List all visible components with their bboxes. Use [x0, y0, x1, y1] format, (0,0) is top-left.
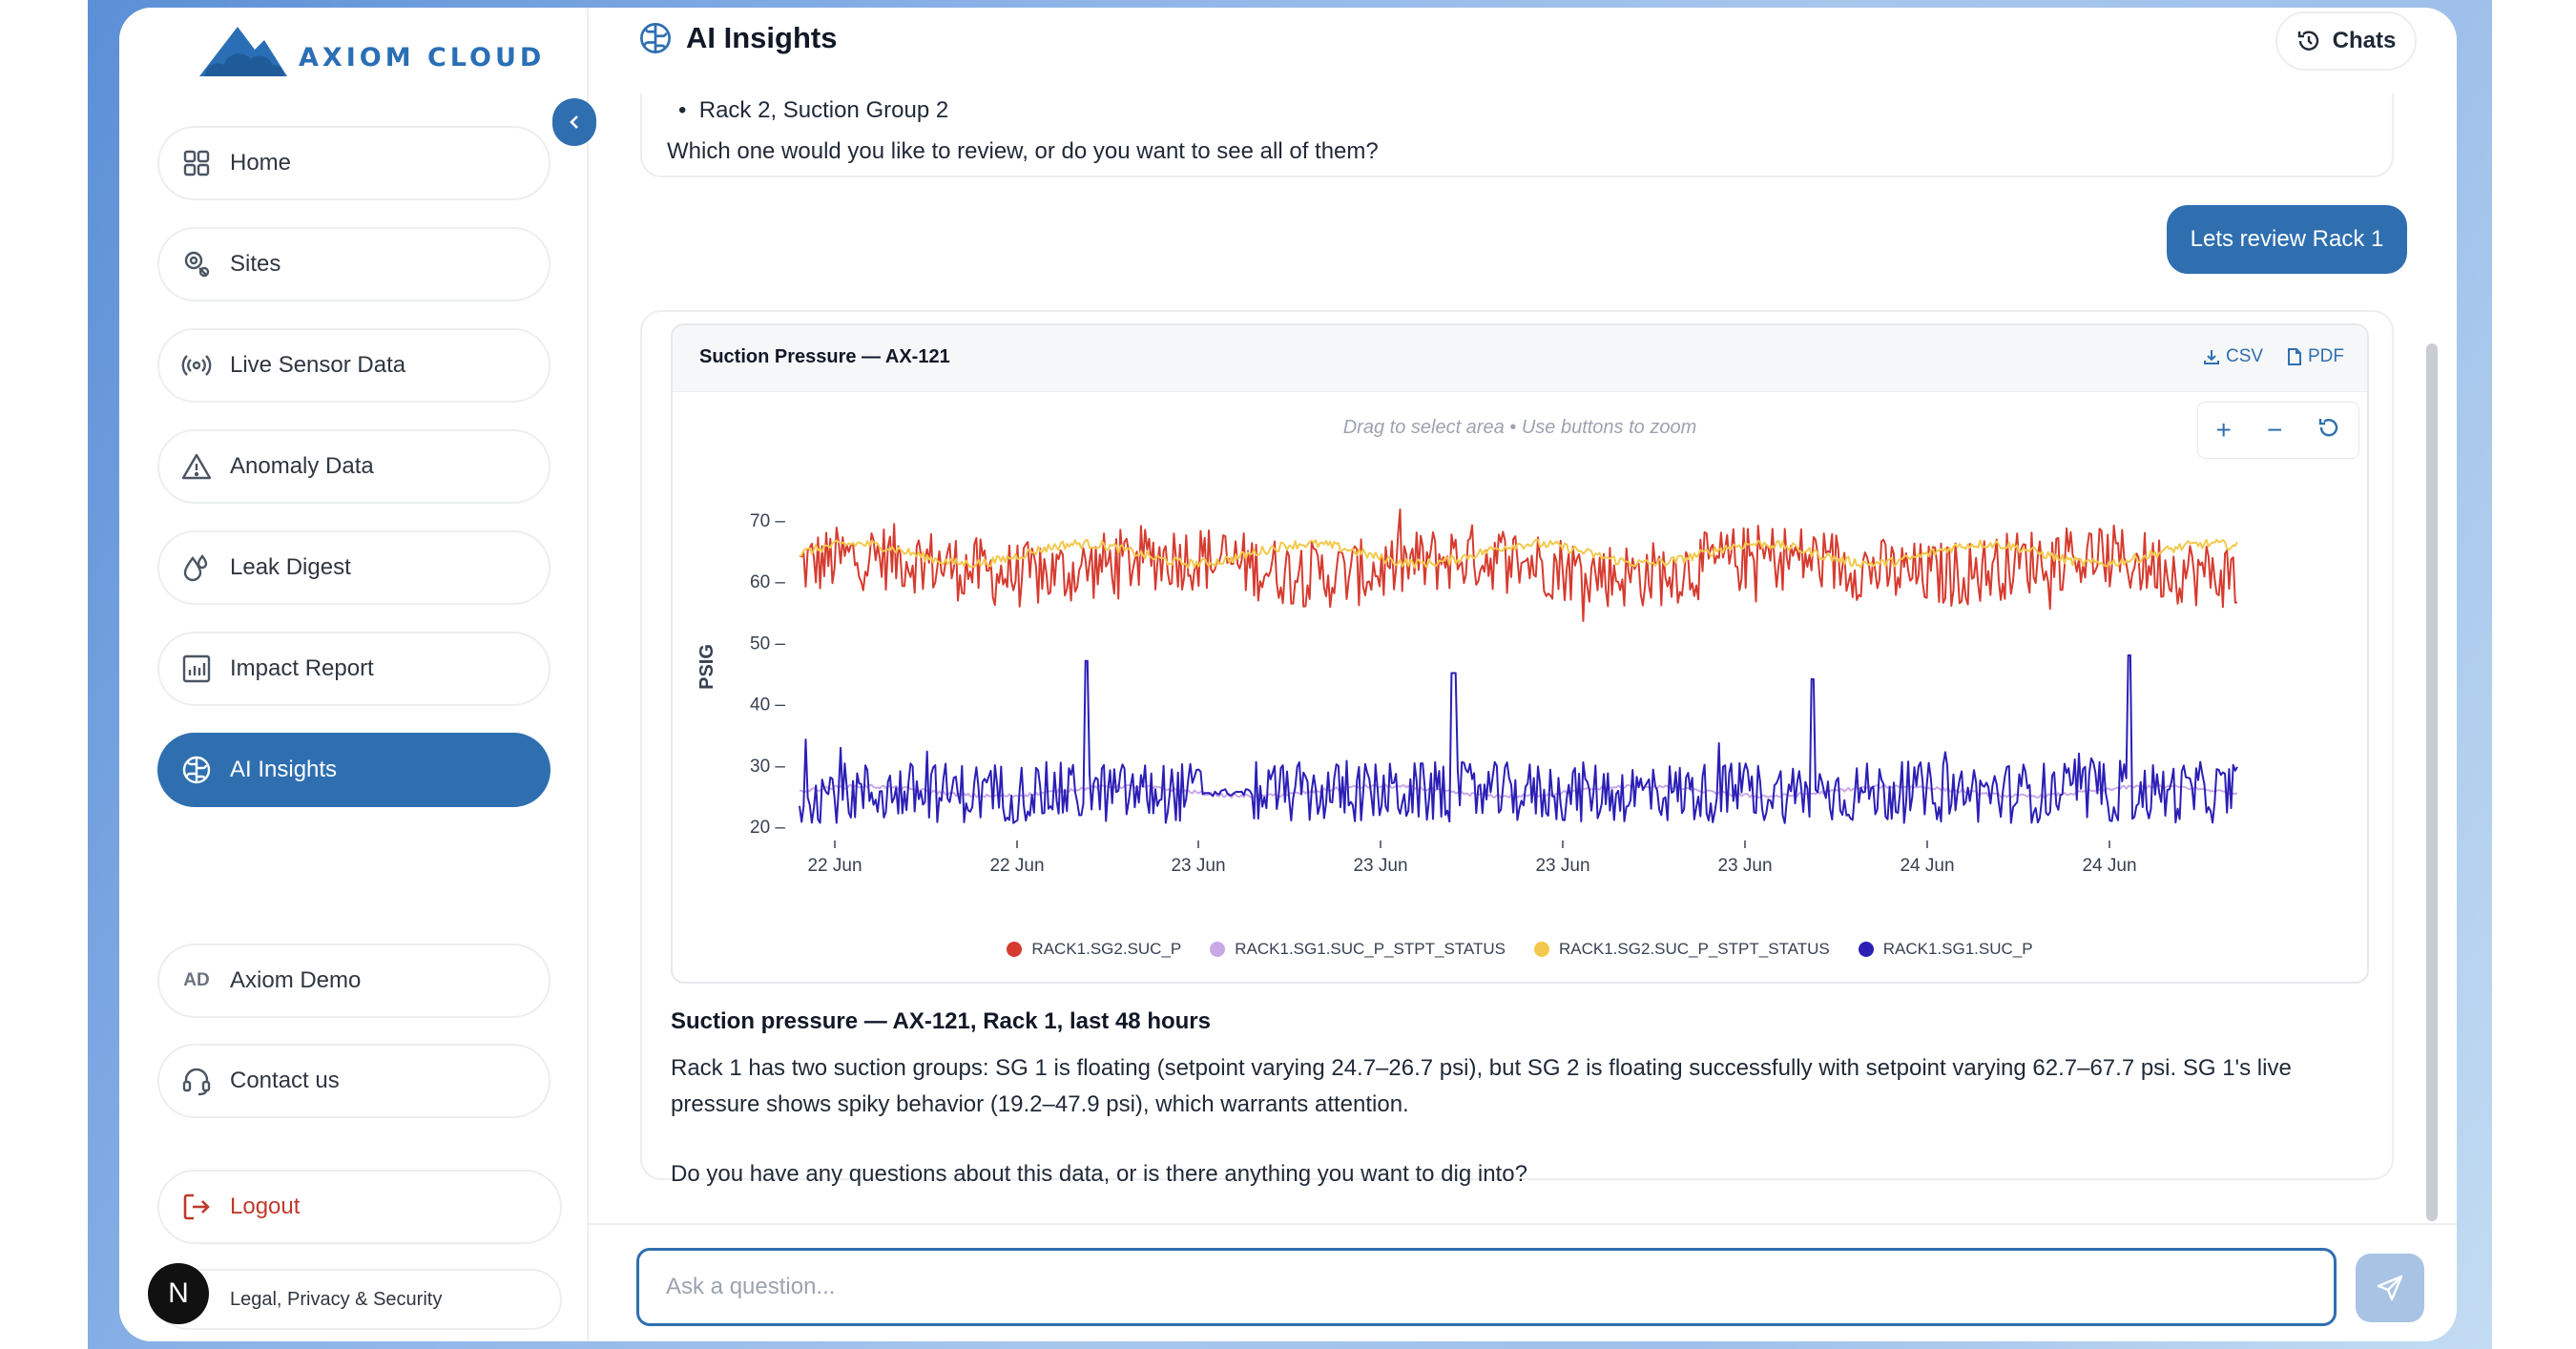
- legal-label: Legal, Privacy & Security: [230, 1288, 443, 1310]
- legal-privacy-link[interactable]: Legal, Privacy & Security: [157, 1269, 562, 1330]
- sidebar-item-leak-digest[interactable]: Leak Digest: [157, 530, 551, 605]
- sidebar-item-live-sensor-data[interactable]: Live Sensor Data: [157, 328, 551, 403]
- chats-label: Chats: [2332, 28, 2397, 53]
- sidebar-item-label: Live Sensor Data: [230, 352, 406, 378]
- sidebar-item-home[interactable]: Home: [157, 126, 551, 200]
- sidebar-item-contact-us[interactable]: Contact us: [157, 1044, 551, 1118]
- logout-label: Logout: [230, 1193, 301, 1219]
- legend-item[interactable]: RACK1.SG1.SUC_P: [1858, 940, 2033, 959]
- x-axis: 22 Jun 22 Jun 23 Jun 23 Jun 23 Jun 23 Jun 24 J…: [807, 841, 2137, 876]
- list-item: • Rack 2, Suction Group 2: [678, 97, 949, 123]
- contact-label: Contact us: [230, 1068, 340, 1093]
- headset-icon: [180, 1065, 213, 1097]
- send-button[interactable]: [2356, 1254, 2424, 1322]
- sidebar-item-account[interactable]: AD Axiom Demo: [157, 944, 551, 1018]
- summary-text: Rack 1 has two suction groups: SG 1 is f…: [671, 1055, 2292, 1117]
- chats-button[interactable]: Chats: [2275, 11, 2417, 71]
- chart-legend: RACK1.SG2.SUC_P RACK1.SG1.SUC_P_STPT_STAT…: [673, 940, 2367, 959]
- legend-item[interactable]: RACK1.SG2.SUC_P_STPT_STATUS: [1534, 940, 1830, 959]
- x-tick-label: 22 Jun: [989, 856, 1044, 876]
- message-text: Which one would you like to review, or d…: [667, 138, 1379, 164]
- mountain-cloud-icon: [199, 27, 287, 76]
- ask-input[interactable]: [636, 1248, 2337, 1326]
- chevron-left-icon: [570, 115, 578, 129]
- warning-icon: [180, 450, 213, 483]
- broadcast-icon: [180, 349, 213, 382]
- series-layer: [799, 508, 2238, 824]
- brand-name: AXIOM CLOUD: [299, 42, 546, 73]
- x-tick-label: 23 Jun: [1171, 856, 1225, 876]
- list-item-text: Rack 2, Suction Group 2: [698, 97, 949, 123]
- legend-label: RACK1.SG2.SUC_P: [1031, 940, 1182, 958]
- sidebar-item-label: Anomaly Data: [230, 453, 374, 479]
- logout-icon: [180, 1191, 213, 1223]
- app-window: AXIOM CLOUD Home Sites Live Sensor Data …: [119, 8, 2457, 1341]
- input-bar: [589, 1223, 2457, 1341]
- history-icon: [2297, 31, 2318, 51]
- scrollbar-thumb[interactable]: [2426, 343, 2438, 1221]
- legend-label: RACK1.SG1.SUC_P: [1882, 940, 2033, 958]
- legend-swatch: [1858, 942, 1874, 957]
- x-tick-label: 24 Jun: [2082, 856, 2136, 876]
- grid-icon: [180, 147, 213, 179]
- summary-title: Suction pressure — AX-121, Rack 1, last …: [671, 1008, 1211, 1034]
- y-tick-label: 20 –: [750, 818, 785, 838]
- series-line-rack1-sg1-suc-p: [799, 654, 2238, 824]
- sidebar-item-impact-report[interactable]: Impact Report: [157, 632, 551, 706]
- main-panel: AI Insights Chats • Rack 2, Suction Grou…: [589, 8, 2457, 1341]
- assistant-message: • Rack 2, Suction Group 2 Which one woul…: [640, 93, 2394, 177]
- chart-card: Suction Pressure — AX-121 CSV PDF Drag t…: [671, 323, 2369, 984]
- sidebar-item-sites[interactable]: Sites: [157, 227, 551, 301]
- brain-icon: [638, 21, 673, 55]
- suction-pressure-chart[interactable]: 20 – 30 – 40 – 50 – 60 – 70 – 22 Jun 22 Jun 23 …: [673, 325, 2371, 917]
- legend-swatch: [1007, 942, 1023, 957]
- brand-logo[interactable]: AXIOM CLOUD: [196, 21, 545, 84]
- account-label: Axiom Demo: [230, 967, 362, 993]
- droplet-icon: [180, 551, 213, 584]
- legend-swatch: [1534, 942, 1549, 957]
- send-icon: [2377, 1275, 2403, 1301]
- sidebar-item-label: Home: [230, 150, 292, 176]
- assistant-message-chart: Suction Pressure — AX-121 CSV PDF Drag t…: [640, 310, 2394, 1187]
- y-axis-label: PSIG: [696, 644, 717, 690]
- page-title-text: AI Insights: [686, 21, 838, 54]
- user-message: Lets review Rack 1: [2167, 205, 2407, 274]
- sidebar-item-label: Sites: [230, 251, 281, 277]
- y-axis: 20 – 30 – 40 – 50 – 60 – 70 –: [750, 511, 785, 838]
- followup-text: Do you have any questions about this dat…: [671, 1161, 1527, 1187]
- sidebar-item-ai-insights[interactable]: AI Insights: [157, 733, 551, 807]
- collapse-sidebar-button[interactable]: [552, 98, 596, 146]
- map-pin-icon: [180, 248, 213, 280]
- y-tick-label: 30 –: [750, 757, 785, 777]
- sidebar: AXIOM CLOUD Home Sites Live Sensor Data …: [119, 8, 589, 1341]
- x-tick-label: 23 Jun: [1717, 856, 1772, 876]
- sidebar-item-logout[interactable]: Logout: [157, 1170, 562, 1244]
- page-title: AI Insights: [638, 21, 837, 55]
- conversation-area[interactable]: • Rack 2, Suction Group 2 Which one woul…: [589, 93, 2457, 1223]
- x-tick-label: 24 Jun: [1900, 856, 1954, 876]
- sidebar-item-label: Leak Digest: [230, 554, 351, 580]
- y-tick-label: 50 –: [750, 633, 785, 654]
- y-tick-label: 70 –: [750, 511, 785, 531]
- legend-label: RACK1.SG2.SUC_P_STPT_STATUS: [1559, 940, 1830, 958]
- y-tick-label: 60 –: [750, 572, 785, 592]
- x-tick-label: 23 Jun: [1535, 856, 1589, 876]
- sidebar-item-label: AI Insights: [230, 757, 338, 782]
- legend-item[interactable]: RACK1.SG1.SUC_P_STPT_STATUS: [1210, 940, 1506, 959]
- bar-chart-icon: [180, 653, 213, 685]
- series-line-rack1-sg2-suc-p: [799, 508, 2238, 622]
- sidebar-item-label: Impact Report: [230, 655, 374, 681]
- legend-swatch: [1210, 942, 1226, 957]
- account-badge: AD: [183, 970, 210, 990]
- sidebar-item-anomaly-data[interactable]: Anomaly Data: [157, 429, 551, 504]
- legend-item[interactable]: RACK1.SG2.SUC_P: [1007, 940, 1181, 959]
- user-avatar[interactable]: N: [148, 1263, 209, 1324]
- legend-label: RACK1.SG1.SUC_P_STPT_STATUS: [1235, 940, 1506, 958]
- x-tick-label: 22 Jun: [807, 856, 862, 876]
- x-tick-label: 23 Jun: [1353, 856, 1407, 876]
- y-tick-label: 40 –: [750, 695, 785, 716]
- brain-icon: [180, 754, 213, 786]
